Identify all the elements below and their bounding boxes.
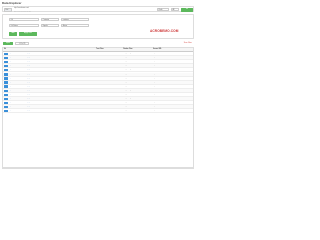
cell-citation: Google — [123, 61, 128, 63]
row-badge[interactable] — [4, 110, 8, 113]
cell-source: http://acrobemo.com/… — [153, 65, 168, 67]
cell-url[interactable]: http://www.acrobemo.com/…/page-13 — [9, 102, 93, 103]
row-badge[interactable] — [4, 81, 8, 84]
cell-citation: Google — [123, 106, 128, 108]
row-badge[interactable] — [4, 60, 8, 64]
cell-source: Direct — [153, 98, 157, 100]
col-source-url[interactable]: Source URL — [153, 49, 162, 50]
row-badge[interactable] — [4, 93, 8, 97]
cell-citation: Google — [123, 57, 128, 59]
cell-url[interactable]: http://www.acrobemo.com/…/page-04 — [9, 65, 93, 66]
cell-citation: Google Images — [123, 69, 133, 71]
cell-url[interactable]: http://www.acrobemo.com/…/page-07 — [9, 78, 93, 79]
cell-source: http://acrobemo.com/… — [153, 102, 168, 104]
cell-source: http://acrobemo.com/… — [153, 77, 168, 79]
row-badge[interactable] — [4, 56, 8, 60]
cell-url[interactable]: http://www.acrobemo.com/…/page-08 — [9, 82, 93, 83]
cell-citation: Google — [123, 81, 128, 83]
cell-url[interactable]: http://www.acrobemo.com/…/page-14 — [9, 106, 93, 107]
cell-source: http://acrobemo.com/… — [153, 81, 168, 83]
row-badge[interactable] — [4, 73, 8, 76]
cell-citation: Google — [123, 94, 128, 96]
mode-select[interactable]: All — [171, 8, 179, 12]
query-url-input[interactable]: http://acrobemo.com/ — [14, 8, 29, 9]
query-type-tag[interactable]: Url — [4, 8, 12, 12]
cell-source: http://acrobemo.com/… — [153, 106, 168, 108]
page-title: Data Explorer — [2, 1, 22, 5]
go-button[interactable]: Go — [181, 8, 193, 12]
cell-url[interactable]: http://www.acrobemo.com/…/page-15 — [9, 110, 93, 111]
query-bar: Url http://acrobemo.com/ Enter a URL to … — [2, 6, 194, 13]
row-badge[interactable] — [4, 101, 8, 105]
row-badge[interactable] — [4, 97, 8, 101]
filter-row-1: Url Contains contains — [3, 17, 193, 22]
cell-url[interactable]: http://www.acrobemo.com/…/page-10 — [9, 90, 93, 91]
row-badge[interactable] — [4, 77, 8, 80]
cell-source: http://acrobemo.com/… — [153, 61, 168, 63]
cell-url[interactable]: http://www.acrobemo.com/…/page-11 — [9, 94, 93, 95]
cell-citation: Google — [123, 73, 128, 75]
row-badge[interactable] — [4, 64, 8, 68]
cell-url[interactable]: http://www.acrobemo.com/…/page-03 — [9, 61, 93, 62]
col-trust-flow[interactable]: Trust Flow — [96, 49, 104, 50]
cell-url[interactable]: http://www.acrobemo.com/…/page-12 — [9, 98, 93, 99]
show-filters-link[interactable]: Show Filters — [184, 43, 192, 44]
cell-citation: Google — [123, 65, 128, 67]
query-hint: Enter a URL to explore link data — [14, 12, 31, 13]
cell-url[interactable]: http://www.acrobemo.com/…/page-01 — [9, 53, 93, 54]
cell-citation: Google — [123, 102, 128, 104]
cell-source: http://acrobemo.com/… — [153, 94, 168, 96]
col-citation-flow[interactable]: Citation Flow — [123, 49, 132, 50]
cell-citation: Google Images — [123, 53, 133, 55]
cell-url[interactable]: http://www.acrobemo.com/…/page-06 — [9, 74, 93, 75]
row-badge[interactable] — [4, 105, 8, 109]
cell-citation: Google Images — [123, 89, 133, 91]
cell-citation: Google Images — [123, 98, 133, 100]
cell-url[interactable]: http://www.acrobemo.com/…/page-09 — [9, 86, 93, 87]
cell-source: http://acrobemo.com/… — [153, 85, 168, 87]
results-table: Url Trust Flow Citation Flow Source URL … — [2, 47, 194, 168]
cell-source: Direct — [153, 69, 157, 71]
cell-source: Direct — [153, 89, 157, 91]
table-row[interactable]: http://www.acrobemo.com/…/page-15 Google h… — [3, 109, 193, 114]
row-badge[interactable] — [4, 85, 8, 88]
cell-citation: Google — [123, 85, 128, 87]
row-badge[interactable] — [4, 89, 8, 92]
filter-field-2[interactable]: Url Status — [9, 23, 39, 28]
apply-filter-button[interactable]: Apply Filter — [19, 32, 37, 36]
cell-citation: Google — [123, 110, 128, 112]
cell-citation: Google — [123, 77, 128, 79]
row-badge[interactable] — [4, 69, 8, 72]
table-toolbar: Export 1–15 of 15 Show Filters — [2, 42, 194, 46]
filter-op-1[interactable]: Contains — [41, 17, 59, 22]
row-count: 1–15 of 15 — [15, 42, 29, 46]
filter-value-1[interactable]: contains — [61, 17, 89, 22]
cell-source: http://acrobemo.com/… — [153, 73, 168, 75]
export-button[interactable]: Export — [3, 42, 13, 46]
site-watermark: ACROBEMO.COM — [150, 29, 179, 33]
filter-op-2[interactable]: Equals — [41, 23, 59, 28]
filter-field-1[interactable]: Url — [9, 17, 39, 22]
cell-url[interactable]: http://www.acrobemo.com/…/page-05 — [9, 69, 93, 70]
filter-panel: Url Contains contains Url Status Equals … — [2, 14, 194, 39]
row-badge[interactable] — [4, 52, 8, 56]
scope-select[interactable]: Prefix — [157, 8, 169, 12]
col-url[interactable]: Url — [4, 49, 6, 50]
cell-source: http://acrobemo.com/… — [153, 110, 168, 112]
cell-url[interactable]: http://www.acrobemo.com/…/page-02 — [9, 57, 93, 58]
cell-source: http://acrobemo.com/… — [153, 53, 168, 55]
add-filter-button[interactable]: Add — [9, 32, 17, 36]
filter-row-2: Url Status Equals Active — [3, 23, 193, 28]
cell-source: http://acrobemo.com/… — [153, 57, 168, 59]
filter-value-2[interactable]: Active — [61, 23, 89, 28]
